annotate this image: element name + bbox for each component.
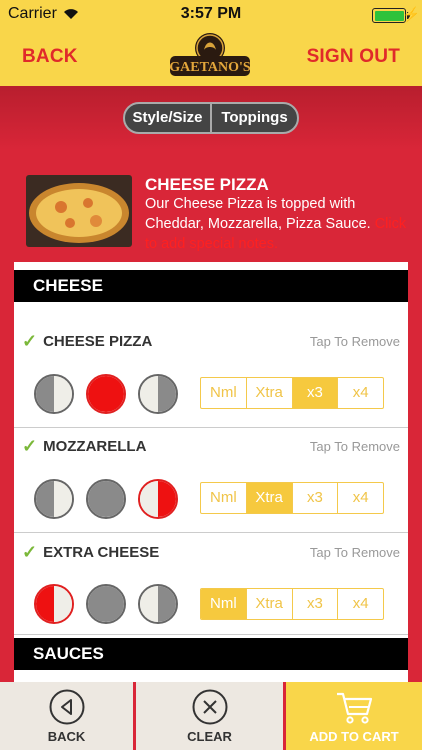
whole-button[interactable] — [86, 479, 126, 519]
back-button[interactable]: BACK — [0, 682, 136, 750]
charging-icon: ⚡ — [402, 6, 420, 22]
back-arrow-icon — [49, 689, 84, 725]
divider — [14, 634, 408, 635]
close-icon — [192, 689, 227, 725]
back-label: BACK — [47, 729, 86, 744]
product-description: Our Cheese Pizza is topped with Cheddar,… — [145, 194, 410, 254]
tab-switcher: Style/Size Toppings — [123, 102, 299, 134]
amount-selector: Nml Xtra x3 x4 — [200, 377, 384, 409]
check-icon: ✓ — [22, 542, 38, 562]
product-desc-text: Our Cheese Pizza is topped with Cheddar,… — [145, 196, 371, 232]
right-half-button[interactable] — [138, 374, 178, 414]
toppings-panel: CHEESE ✓ CHEESE PIZZA Tap To Remove Nml … — [14, 262, 408, 682]
left-half-button[interactable] — [34, 584, 74, 624]
remove-topping-button[interactable]: Tap To Remove — [310, 545, 400, 560]
amount-option[interactable]: Xtra — [246, 483, 293, 513]
divider — [14, 427, 408, 428]
cart-icon — [337, 692, 373, 724]
topping-item: ✓ EXTRA CHEESE — [22, 542, 159, 563]
topping-item: ✓ CHEESE PIZZA — [22, 331, 152, 352]
sign-out-button[interactable]: SIGN OUT — [307, 46, 400, 68]
topping-name: CHEESE PIZZA — [43, 333, 153, 350]
amount-selector: Nml Xtra x3 x4 — [200, 482, 384, 514]
svg-text:GAETANO'S: GAETANO'S — [169, 60, 251, 75]
amount-option[interactable]: Xtra — [247, 589, 293, 619]
top-bar: Carrier 3:57 PM ⚡ BACK GAETANO'S SIGN OU… — [0, 0, 422, 86]
tab-style-size[interactable]: Style/Size — [125, 104, 212, 132]
amount-option[interactable]: x3 — [292, 378, 339, 408]
section-header-sauces: SAUCES — [14, 638, 408, 670]
status-bar: Carrier 3:57 PM ⚡ — [0, 0, 422, 30]
remove-topping-button[interactable]: Tap To Remove — [310, 334, 400, 349]
topping-name: MOZZARELLA — [43, 438, 147, 455]
battery-icon — [372, 8, 406, 23]
product-title: CHEESE PIZZA — [145, 175, 269, 194]
remove-topping-button[interactable]: Tap To Remove — [310, 439, 400, 454]
amount-option[interactable]: Nml — [201, 589, 247, 619]
amount-option[interactable]: x4 — [338, 378, 383, 408]
left-half-button[interactable] — [34, 479, 74, 519]
back-nav-button[interactable]: BACK — [22, 46, 78, 68]
whole-button[interactable] — [86, 374, 126, 414]
amount-option[interactable]: Xtra — [247, 378, 293, 408]
right-half-button[interactable] — [138, 584, 178, 624]
check-icon: ✓ — [22, 436, 38, 456]
amount-option[interactable]: x4 — [338, 589, 383, 619]
tab-toppings[interactable]: Toppings — [212, 104, 297, 132]
amount-option[interactable]: Nml — [201, 483, 247, 513]
clear-label: CLEAR — [187, 729, 232, 744]
amount-option[interactable]: x4 — [338, 483, 383, 513]
left-half-button[interactable] — [34, 374, 74, 414]
topping-name: EXTRA CHEESE — [43, 544, 160, 561]
divider — [14, 532, 408, 533]
pizza-image — [26, 175, 132, 247]
brand-logo: GAETANO'S — [169, 33, 251, 76]
amount-option[interactable]: x3 — [293, 483, 339, 513]
check-icon: ✓ — [22, 331, 38, 351]
add-to-cart-button[interactable]: ADD TO CART — [286, 682, 422, 750]
clear-button[interactable]: CLEAR — [136, 682, 286, 750]
section-header-cheese: CHEESE — [14, 270, 408, 302]
amount-option[interactable]: Nml — [201, 378, 247, 408]
bottom-toolbar: BACK CLEAR ADD TO CART — [0, 682, 422, 750]
add-to-cart-label: ADD TO CART — [309, 729, 399, 744]
clock: 3:57 PM — [180, 5, 242, 22]
amount-option[interactable]: x3 — [293, 589, 339, 619]
right-half-button[interactable] — [138, 479, 178, 519]
amount-selector: Nml Xtra x3 x4 — [200, 588, 384, 620]
whole-button[interactable] — [86, 584, 126, 624]
topping-item: ✓ MOZZARELLA — [22, 436, 146, 457]
